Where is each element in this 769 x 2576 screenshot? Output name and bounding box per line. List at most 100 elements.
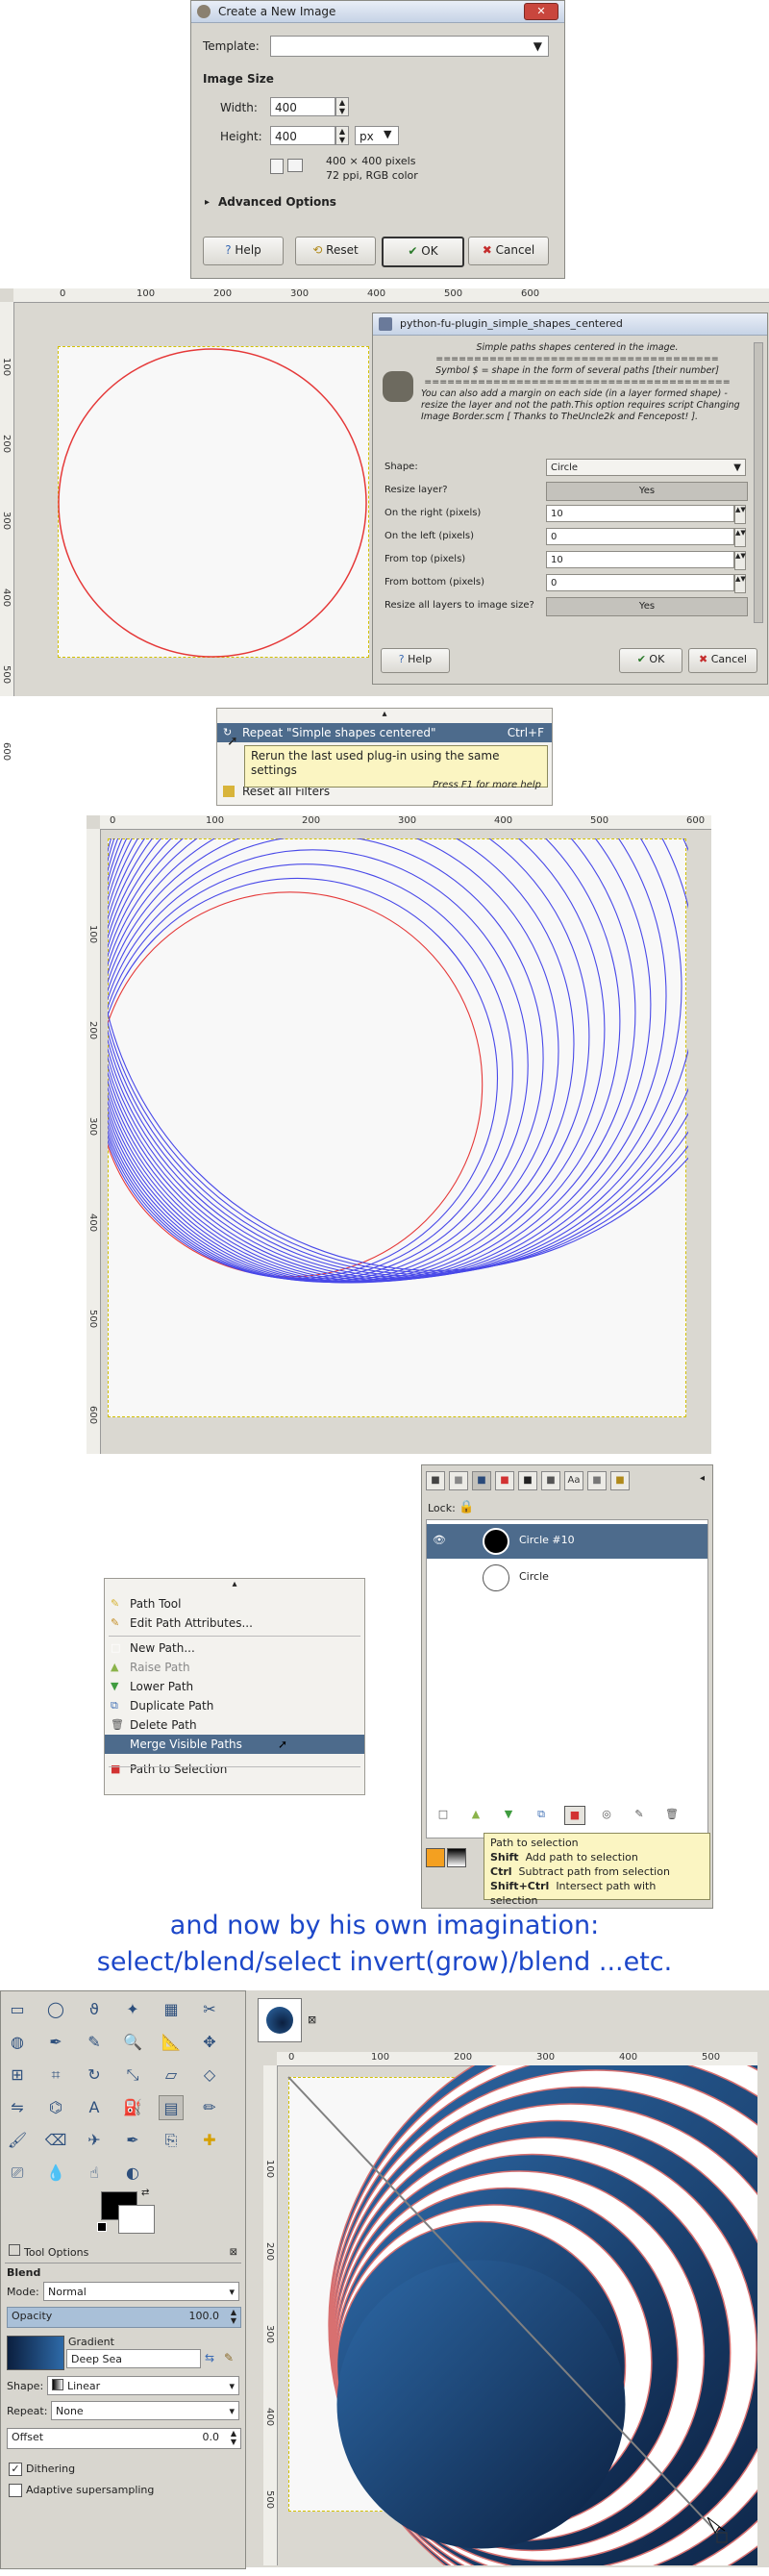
- scissors-icon[interactable]: ✂: [197, 1997, 222, 2022]
- paths-menu-item[interactable]: ✎ Path Tool: [105, 1594, 364, 1613]
- clone-icon[interactable]: ⎘: [159, 2128, 184, 2153]
- airbrush-icon[interactable]: ✈: [82, 2128, 107, 2153]
- foreground-select-icon[interactable]: ◍: [5, 2030, 30, 2055]
- scale-icon[interactable]: ⤡: [120, 2063, 145, 2088]
- perspective-clone-icon[interactable]: ⎚: [5, 2161, 30, 2186]
- path-to-selection-icon[interactable]: ■: [564, 1806, 585, 1825]
- plugin-spin-input[interactable]: 10: [546, 551, 734, 568]
- spin-arrows-icon[interactable]: ▲▼: [734, 551, 746, 570]
- spin-arrows-icon[interactable]: ▲▼: [231, 2308, 236, 2325]
- plugin-ok-button[interactable]: ✔ OK: [619, 648, 682, 673]
- measure-icon[interactable]: 📐: [159, 2030, 184, 2055]
- reset-button[interactable]: ⟲ Reset: [295, 237, 376, 265]
- dithering-checkbox[interactable]: ✓: [9, 2463, 22, 2476]
- paths-menu-item[interactable]: ■ Path to Selection: [105, 1760, 364, 1779]
- brushes-tab-icon[interactable]: ■: [518, 1471, 537, 1490]
- plugin-toggle-button[interactable]: Yes: [546, 482, 748, 501]
- gradient-name-field[interactable]: Deep Sea: [66, 2349, 201, 2368]
- paintbrush-icon[interactable]: 🖌: [5, 2128, 30, 2153]
- paths-menu-item[interactable]: ▲ Raise Path: [105, 1658, 364, 1677]
- eye-icon[interactable]: 👁: [433, 1534, 446, 1546]
- paths-menu-item[interactable]: ✎ Edit Path Attributes...: [105, 1613, 364, 1633]
- duplicate-path-icon[interactable]: ⧉: [532, 1806, 551, 1823]
- close-icon[interactable]: ✕: [524, 3, 558, 20]
- crop-icon[interactable]: ⌗: [43, 2063, 68, 2088]
- mode-dropdown[interactable]: Normal: [43, 2282, 239, 2302]
- blur-icon[interactable]: 💧: [43, 2161, 68, 2186]
- shape-dropdown[interactable]: Circle ▼: [546, 459, 746, 476]
- dodge-burn-icon[interactable]: ◐: [120, 2161, 145, 2186]
- smudge-icon[interactable]: ☝: [82, 2161, 107, 2186]
- lock-icon[interactable]: 🔒: [459, 1500, 474, 1514]
- scrollbar[interactable]: [754, 342, 763, 623]
- raise-path-icon[interactable]: ▲: [466, 1806, 485, 1823]
- repeat-dropdown[interactable]: None: [51, 2401, 239, 2421]
- lower-path-icon[interactable]: ▼: [499, 1806, 518, 1823]
- paths-menu-item[interactable]: 🗑 Delete Path: [105, 1715, 364, 1735]
- channels-tab-icon[interactable]: ■: [449, 1471, 468, 1490]
- edit-gradient-icon[interactable]: ✎: [224, 2351, 234, 2364]
- plugin-spin-input[interactable]: 0: [546, 574, 734, 591]
- paths-menu-item[interactable]: Merge Visible Paths ➚: [105, 1735, 364, 1754]
- background-color-swatch[interactable]: [118, 2205, 155, 2234]
- new-path-icon[interactable]: □: [434, 1806, 453, 1823]
- shape-dropdown[interactable]: Linear: [47, 2376, 239, 2396]
- selection-to-path-icon[interactable]: ◎: [597, 1806, 616, 1823]
- rect-select-icon[interactable]: ▭: [5, 1997, 30, 2022]
- spin-arrows-icon[interactable]: ▲▼: [734, 528, 746, 547]
- spin-arrows-icon[interactable]: ▲▼: [734, 574, 746, 593]
- expander-arrow-icon[interactable]: ▸: [205, 197, 210, 208]
- reverse-gradient-icon[interactable]: ⇆: [205, 2351, 214, 2364]
- zoom-icon[interactable]: 🔍: [120, 2030, 145, 2055]
- plugin-help-button[interactable]: ? Help: [381, 648, 450, 673]
- tool-options-tab[interactable]: Tool Options ⊠: [5, 2243, 241, 2263]
- text-icon[interactable]: A: [82, 2095, 107, 2120]
- height-stepper[interactable]: ▲ ▼: [335, 126, 349, 145]
- move-icon[interactable]: ✥: [197, 2030, 222, 2055]
- reset-colors-icon[interactable]: [97, 2222, 107, 2232]
- gradient-preview[interactable]: [7, 2336, 64, 2370]
- swap-colors-icon[interactable]: ⇄: [141, 2188, 149, 2198]
- flip-icon[interactable]: ⇋: [5, 2095, 30, 2120]
- heal-icon[interactable]: ✚: [197, 2128, 222, 2153]
- paths-menu-item[interactable]: □ New Path...: [105, 1638, 364, 1658]
- unit-dropdown[interactable]: px: [355, 126, 399, 145]
- repeat-filter-item[interactable]: ↻ Repeat "Simple shapes centered" Ctrl+F: [217, 723, 552, 742]
- portrait-icon[interactable]: [270, 159, 284, 174]
- template-dropdown[interactable]: ▼: [270, 36, 549, 57]
- align-icon[interactable]: ⊞: [5, 2063, 30, 2088]
- path-row-selected[interactable]: 👁 Circle #10: [427, 1524, 707, 1559]
- opacity-slider[interactable]: Opacity 100.0 ▲ ▼: [7, 2307, 241, 2328]
- eraser-icon[interactable]: ⌫: [43, 2128, 68, 2153]
- width-stepper[interactable]: ▲ ▼: [335, 97, 349, 116]
- plugin-cancel-button[interactable]: ✖ Cancel: [688, 648, 757, 673]
- bucket-fill-icon[interactable]: ⛽: [120, 2095, 145, 2120]
- gradients-tab-icon[interactable]: ■: [587, 1471, 607, 1490]
- spin-arrows-icon[interactable]: ▲▼: [231, 2429, 236, 2446]
- rotate-icon[interactable]: ↻: [82, 2063, 107, 2088]
- ink-icon[interactable]: ✒: [120, 2128, 145, 2153]
- menu-scroll-up[interactable]: ▴: [217, 709, 552, 722]
- height-input[interactable]: 400: [270, 126, 335, 145]
- layers-tab-icon[interactable]: ■: [426, 1471, 445, 1490]
- spin-arrows-icon[interactable]: ▲▼: [734, 505, 746, 524]
- perspective-icon[interactable]: ◇: [197, 2063, 222, 2088]
- tab-close-icon[interactable]: ⊠: [230, 2243, 237, 2263]
- image-tab-thumbnail[interactable]: [258, 1998, 302, 2042]
- fonts-tab-icon[interactable]: Aa: [564, 1471, 583, 1490]
- paths-menu-item[interactable]: ▼ Lower Path: [105, 1677, 364, 1696]
- paint-along-path-icon[interactable]: ✎: [630, 1806, 649, 1823]
- paths-menu-item[interactable]: ⧉ Duplicate Path: [105, 1696, 364, 1715]
- pattern-swatch-icon[interactable]: [426, 1848, 445, 1867]
- cancel-button[interactable]: ✖ Cancel: [468, 237, 549, 265]
- path-row[interactable]: Circle: [427, 1561, 707, 1595]
- color-select-icon[interactable]: ▦: [159, 1997, 184, 2022]
- fuzzy-select-icon[interactable]: ✦: [120, 1997, 145, 2022]
- landscape-icon[interactable]: [287, 159, 303, 172]
- advanced-options-toggle[interactable]: Advanced Options: [218, 195, 336, 209]
- paths-tool-icon[interactable]: ✒: [43, 2030, 68, 2055]
- fg-color-tab-icon[interactable]: ■: [495, 1471, 514, 1490]
- plugin-spin-input[interactable]: 0: [546, 528, 734, 545]
- blend-tool-icon[interactable]: ▤: [159, 2095, 184, 2120]
- tab-close-icon[interactable]: ⊠: [308, 2013, 316, 2026]
